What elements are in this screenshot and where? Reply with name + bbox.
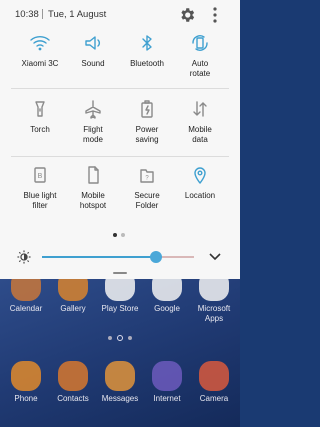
brightness-slider-thumb[interactable] — [150, 251, 162, 263]
location-icon — [194, 167, 206, 184]
page-dot-1[interactable] — [113, 233, 117, 237]
app-icon — [152, 279, 182, 301]
app-label: Camera — [199, 394, 229, 403]
app-label: Internet — [153, 394, 181, 403]
tile-bluetooth[interactable]: Bluetooth — [121, 32, 173, 92]
app-icon — [58, 361, 88, 391]
status-separator — [42, 9, 43, 19]
app-calendar[interactable]: Calendar — [4, 279, 48, 314]
tile-label: Torch — [30, 125, 50, 134]
app-label: Gallery — [60, 304, 86, 313]
secure-folder-icon: ? — [140, 169, 154, 183]
app-icon — [11, 361, 41, 391]
tile-label: Mobile data — [188, 125, 212, 144]
auto-rotate-icon — [192, 35, 208, 51]
app-microsoft-apps[interactable]: Microsoft Apps — [192, 279, 236, 324]
app-label: Calendar — [9, 304, 43, 313]
home-page-dot — [128, 336, 132, 340]
status-time: 10:38 — [15, 9, 39, 20]
app-gallery[interactable]: Gallery — [51, 279, 95, 314]
tile-secure-folder[interactable]: ? Secure Folder — [121, 164, 173, 224]
status-date: Tue, 1 August — [48, 9, 107, 20]
app-icon — [105, 279, 135, 301]
settings-gear-icon[interactable] — [178, 6, 196, 24]
tile-label: Xiaomi 3C — [21, 59, 59, 68]
wifi-icon — [30, 36, 50, 51]
torch-icon — [35, 101, 45, 117]
svg-text:B: B — [38, 173, 43, 180]
tile-airplane[interactable]: Flight mode — [67, 98, 119, 158]
page-dot-2[interactable] — [121, 233, 125, 237]
app-messages[interactable]: Messages — [98, 361, 142, 404]
tile-label: Secure Folder — [134, 191, 160, 210]
app-play-store[interactable]: Play Store — [98, 279, 142, 314]
app-camera[interactable]: Camera — [192, 361, 236, 404]
app-icon — [152, 361, 182, 391]
tile-label: Auto rotate — [189, 59, 211, 78]
tile-label: Flight mode — [82, 125, 103, 144]
app-icon — [58, 279, 88, 301]
tile-volume[interactable]: Sound — [67, 32, 119, 92]
tile-location[interactable]: Location — [174, 164, 226, 224]
quick-panel: 10:38 Tue, 1 August Xiaomi 3C Sound Blueto… — [0, 0, 240, 279]
hotspot-icon — [88, 166, 99, 184]
home-page-dot — [117, 335, 123, 341]
app-icon — [199, 279, 229, 301]
home-screen: Calendar Gallery Play Store Google Microsoft… — [0, 279, 240, 427]
home-page-dot — [108, 336, 112, 340]
tile-hotspot[interactable]: Mobile hotspot — [67, 164, 119, 224]
app-google[interactable]: Google — [145, 279, 189, 314]
app-label: Contacts — [57, 394, 89, 403]
tile-battery[interactable]: Power saving — [121, 98, 173, 158]
app-label: Google — [154, 304, 180, 313]
app-label: Phone — [14, 394, 38, 403]
status-bar: 10:38 Tue, 1 August — [0, 0, 240, 30]
brightness-icon — [17, 250, 31, 264]
svg-text:?: ? — [145, 176, 149, 182]
drag-handle[interactable] — [113, 272, 127, 274]
app-icon — [199, 361, 229, 391]
app-icon — [11, 279, 41, 301]
battery-icon — [141, 100, 153, 118]
tile-label: Sound — [81, 59, 105, 68]
app-contacts[interactable]: Contacts — [51, 361, 95, 404]
tile-torch[interactable]: Torch — [14, 98, 66, 158]
app-label: Messages — [101, 394, 139, 403]
volume-icon — [85, 36, 100, 50]
tile-label: Power saving — [135, 125, 159, 144]
row-divider — [11, 156, 229, 157]
tile-label: Location — [184, 191, 216, 200]
tile-blue-light[interactable]: B Blue light filter — [14, 164, 66, 224]
app-icon — [105, 361, 135, 391]
row-divider — [11, 88, 229, 89]
app-label: Play Store — [101, 304, 139, 313]
app-phone[interactable]: Phone — [4, 361, 48, 404]
mobile-data-icon — [193, 101, 207, 117]
brightness-slider[interactable] — [42, 251, 194, 263]
tile-auto-rotate[interactable]: Auto rotate — [174, 32, 226, 92]
tile-label: Blue light filter — [23, 191, 57, 210]
chevron-down-icon[interactable] — [208, 251, 222, 263]
airplane-icon — [85, 100, 101, 119]
tile-label: Bluetooth — [130, 59, 164, 68]
more-options-icon[interactable] — [208, 6, 222, 24]
bluetooth-icon — [142, 35, 152, 51]
app-label: Microsoft Apps — [197, 304, 231, 323]
tile-mobile-data[interactable]: Mobile data — [174, 98, 226, 158]
tile-label: Mobile hotspot — [79, 191, 107, 210]
tile-wifi[interactable]: Xiaomi 3C — [14, 32, 66, 92]
brightness-slider-fill — [42, 256, 156, 258]
blue-light-icon: B — [34, 167, 46, 183]
app-internet[interactable]: Internet — [145, 361, 189, 404]
